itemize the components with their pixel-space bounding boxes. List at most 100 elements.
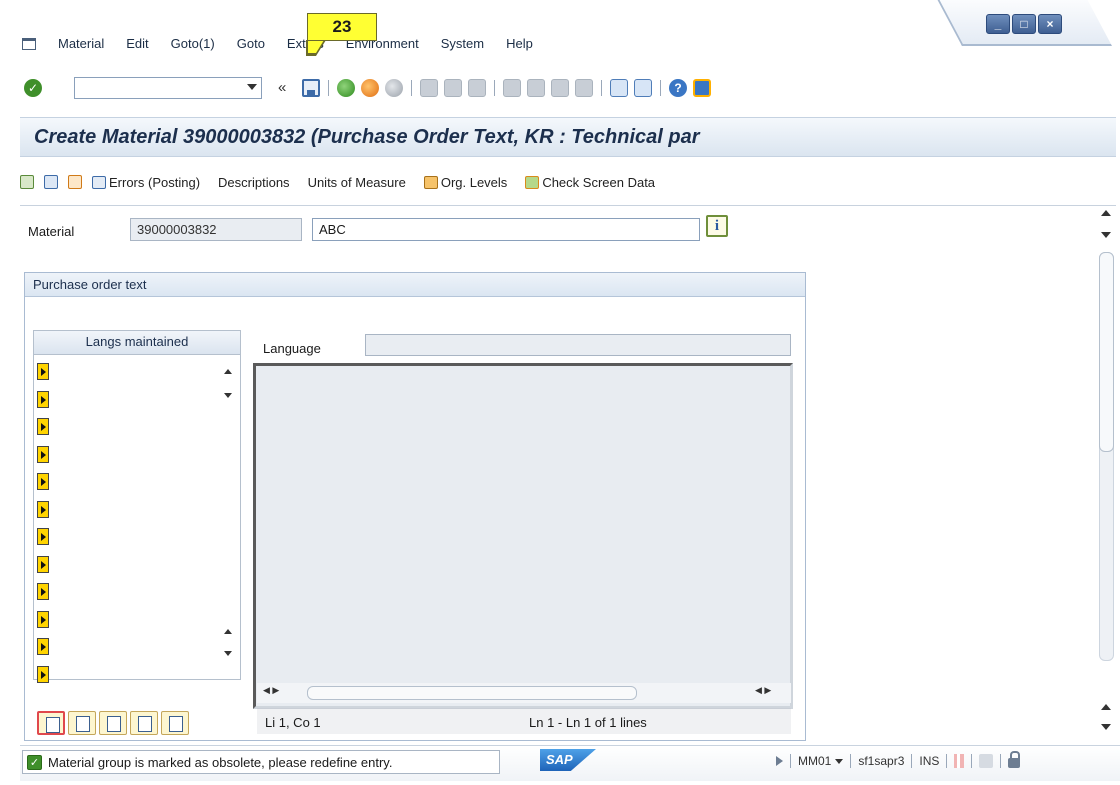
- lang-row[interactable]: [37, 662, 217, 690]
- errors-posting-button[interactable]: Errors (Posting): [92, 175, 200, 190]
- window-controls: _ □ ×: [937, 0, 1112, 48]
- row-selector-icon[interactable]: [37, 638, 49, 655]
- maximize-icon[interactable]: □: [1012, 14, 1036, 34]
- lang-rows: [37, 359, 217, 689]
- insert-mode: INS: [919, 754, 940, 768]
- previous-page-icon[interactable]: [527, 79, 545, 97]
- other-material-icon[interactable]: [20, 175, 34, 189]
- customize-layout-icon[interactable]: [693, 79, 711, 97]
- copy-text-icon[interactable]: [130, 711, 158, 735]
- scroll-up-icon[interactable]: [224, 369, 232, 374]
- scroll-up-icon[interactable]: [1101, 210, 1111, 216]
- row-selector-icon[interactable]: [37, 610, 49, 628]
- copy-icon[interactable]: [68, 175, 82, 189]
- row-selector-icon[interactable]: [37, 665, 49, 683]
- horizontal-scrollbar[interactable]: ◀ ▶ ◀ ▶: [257, 683, 791, 703]
- scrollbar-thumb[interactable]: [1099, 252, 1114, 452]
- lang-row[interactable]: [37, 414, 217, 442]
- new-text-icon[interactable]: [37, 711, 65, 735]
- cancel-icon[interactable]: [385, 79, 403, 97]
- layout-icon[interactable]: [979, 754, 994, 768]
- row-selector-icon[interactable]: [37, 528, 49, 545]
- shortcut-icon[interactable]: [634, 79, 652, 97]
- org-levels-button[interactable]: Org. Levels: [423, 174, 508, 190]
- scroll-left-icon[interactable]: ◀ ▶: [263, 685, 279, 696]
- row-selector-icon[interactable]: [37, 363, 49, 380]
- create-session-icon[interactable]: [610, 79, 628, 97]
- info-icon[interactable]: i: [706, 215, 728, 237]
- row-selector-icon[interactable]: [37, 445, 49, 463]
- row-selector-icon[interactable]: [37, 500, 49, 518]
- help-icon[interactable]: ?: [669, 79, 687, 97]
- scroll-right-icon[interactable]: ◀ ▶: [755, 685, 771, 696]
- org-levels-label: Org. Levels: [440, 174, 508, 190]
- lang-row[interactable]: [37, 579, 217, 607]
- descriptions-button[interactable]: Descriptions: [218, 175, 290, 190]
- last-page-icon[interactable]: [575, 79, 593, 97]
- save-icon[interactable]: [302, 79, 320, 97]
- collapse-icon[interactable]: «: [278, 79, 286, 96]
- toolbar-separator: [494, 80, 495, 96]
- lang-row[interactable]: [37, 607, 217, 635]
- check-screen-data-button[interactable]: Check Screen Data: [525, 175, 655, 190]
- lang-row[interactable]: [37, 497, 217, 525]
- additional-data-icon[interactable]: [44, 175, 58, 189]
- next-page-icon[interactable]: [551, 79, 569, 97]
- lang-row[interactable]: [37, 469, 217, 497]
- chevron-down-icon[interactable]: [835, 758, 844, 764]
- lang-row[interactable]: [37, 387, 217, 415]
- menu-material[interactable]: Material: [58, 36, 104, 51]
- find-next-icon[interactable]: [468, 79, 486, 97]
- enter-icon[interactable]: ✓: [24, 79, 42, 97]
- lang-row[interactable]: [37, 552, 217, 580]
- first-page-icon[interactable]: [503, 79, 521, 97]
- find-icon[interactable]: [444, 79, 462, 97]
- scroll-down-icon[interactable]: [224, 651, 232, 656]
- menu-system[interactable]: System: [441, 36, 484, 51]
- exit-icon[interactable]: [361, 79, 379, 97]
- scroll-down-icon[interactable]: [1101, 232, 1111, 238]
- separator: [790, 754, 791, 768]
- menu-goto[interactable]: Goto: [237, 36, 265, 51]
- server-name: sf1sapr3: [858, 754, 905, 768]
- scroll-down-icon[interactable]: [1101, 724, 1111, 730]
- menu-goto-1[interactable]: Goto(1): [171, 36, 215, 51]
- print-icon[interactable]: [420, 79, 438, 97]
- edit-icon[interactable]: [99, 711, 127, 735]
- close-icon[interactable]: ×: [1038, 14, 1062, 34]
- lang-row[interactable]: [37, 442, 217, 470]
- command-field[interactable]: [74, 77, 262, 99]
- scroll-up-icon[interactable]: [224, 629, 232, 634]
- delete-icon[interactable]: [68, 711, 96, 735]
- paste-icon[interactable]: [161, 711, 189, 735]
- row-selector-icon[interactable]: [37, 473, 49, 490]
- scroll-up-icon[interactable]: [1101, 704, 1111, 710]
- scroll-down-icon[interactable]: [224, 393, 232, 398]
- success-icon: ✓: [27, 754, 42, 770]
- material-number-field: 39000003832: [130, 218, 302, 241]
- scrollbar-thumb[interactable]: [307, 686, 637, 700]
- performance-icon: [954, 754, 965, 768]
- minimize-icon[interactable]: _: [986, 14, 1010, 34]
- row-selector-icon[interactable]: [37, 583, 49, 600]
- row-selector-icon[interactable]: [37, 390, 49, 408]
- back-icon[interactable]: [337, 79, 355, 97]
- status-message[interactable]: ✓ Material group is marked as obsolete, …: [22, 750, 500, 774]
- vertical-scrollbar[interactable]: [1097, 206, 1116, 741]
- langs-scrollbar[interactable]: [220, 359, 238, 679]
- material-description-field[interactable]: ABC: [312, 218, 700, 241]
- play-icon[interactable]: [776, 756, 783, 766]
- langs-maintained-table: Langs maintained: [33, 330, 241, 683]
- lang-row[interactable]: [37, 359, 217, 387]
- menu-edit[interactable]: Edit: [126, 36, 148, 51]
- row-selector-icon[interactable]: [37, 418, 49, 435]
- list-icon: [92, 175, 106, 189]
- chevron-down-icon[interactable]: [247, 84, 257, 90]
- units-of-measure-button[interactable]: Units of Measure: [308, 175, 406, 190]
- lang-row[interactable]: [37, 634, 217, 662]
- menu-help[interactable]: Help: [506, 36, 533, 51]
- row-selector-icon[interactable]: [37, 555, 49, 573]
- lang-row[interactable]: [37, 524, 217, 552]
- text-editor[interactable]: [253, 363, 793, 709]
- menu-icon[interactable]: [22, 38, 36, 50]
